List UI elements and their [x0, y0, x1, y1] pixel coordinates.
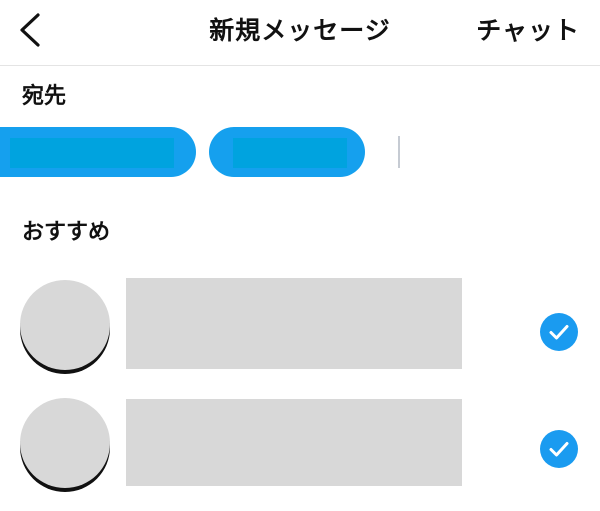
- redacted-user-name: [126, 278, 462, 369]
- recipient-chip[interactable]: [0, 127, 196, 177]
- suggestions-label: おすすめ: [22, 220, 111, 245]
- suggestion-row[interactable]: [0, 268, 600, 378]
- recipients-label: 宛先: [22, 84, 67, 109]
- redacted-recipient-name: [10, 138, 174, 168]
- avatar: [20, 398, 110, 488]
- check-circle-icon[interactable]: [540, 313, 578, 351]
- chat-button[interactable]: チャット: [476, 14, 580, 48]
- redacted-user-name: [126, 399, 462, 486]
- header-bar: 新規メッセージ チャット: [0, 0, 600, 66]
- check-circle-icon[interactable]: [540, 430, 578, 468]
- text-cursor[interactable]: [398, 136, 400, 168]
- redacted-recipient-name: [233, 138, 347, 168]
- suggestion-row[interactable]: [0, 388, 600, 498]
- recipient-chip[interactable]: [209, 127, 365, 177]
- avatar: [20, 280, 110, 370]
